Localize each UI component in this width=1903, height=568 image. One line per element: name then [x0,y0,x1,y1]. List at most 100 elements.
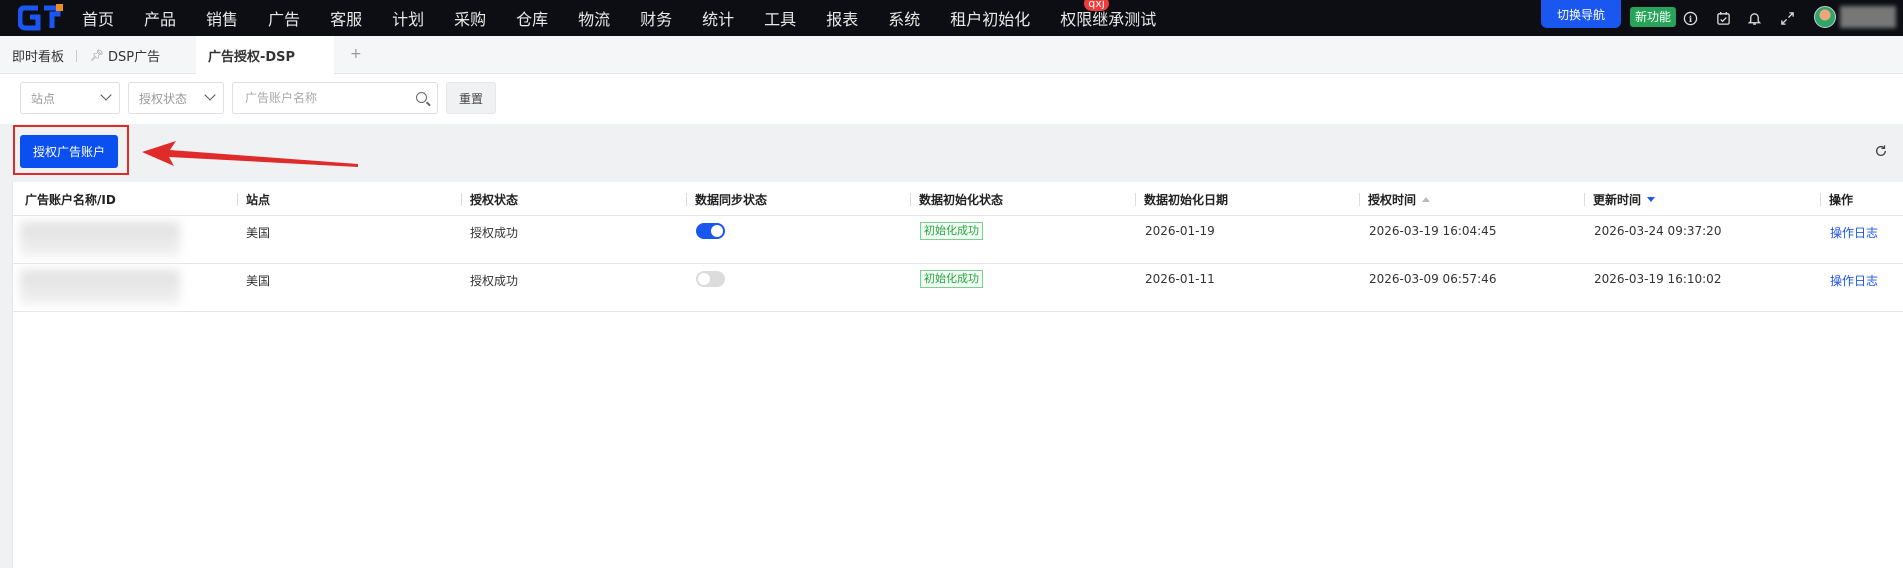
cell-update-time: 2026-03-24 09:37:20 [1594,224,1722,238]
menu-item-finance[interactable]: 财务 [640,6,672,30]
calendar-check-icon[interactable] [1714,9,1732,27]
col-actions: 操作 [1829,192,1854,207]
cell-init-status: 初始化成功 [920,222,983,240]
annotation-arrow [142,141,358,167]
col-auth-status: 授权状态 [470,192,519,207]
cell-init-date: 2026-01-19 [1145,224,1215,238]
tab-dsp-ads[interactable]: 📌︎ DSP广告 [90,36,160,74]
search-box [232,82,438,114]
column-divider [1820,193,1821,206]
filter-bar: 站点 授权状态 重置 [0,74,1903,124]
status-badge: 初始化成功 [920,270,983,288]
column-divider [461,193,462,206]
sync-toggle[interactable] [696,223,725,239]
menu-item-plan[interactable]: 计划 [392,6,424,30]
menu-item-permission-test[interactable]: 权限继承测试 qxj [1060,0,1157,30]
new-feature-button[interactable]: 新功能 [1630,7,1677,27]
search-icon[interactable] [416,92,427,103]
top-nav: 首页 产品 销售 广告 客服 计划 采购 仓库 物流 财务 统计 工具 报表 系… [0,0,1903,36]
menu-item-service[interactable]: 客服 [330,6,362,30]
bell-icon[interactable] [1745,9,1763,27]
cell-auth-status: 授权成功 [470,274,519,288]
highlight-box [13,125,129,175]
col-auth-time-label: 授权时间 [1368,192,1417,207]
username-redacted[interactable] [1840,6,1896,28]
site-select[interactable]: 站点 [20,82,120,114]
toggle-knob [711,225,723,237]
user-badge: qxj [1084,0,1109,11]
site-select-placeholder: 站点 [31,91,56,106]
menu-item-label: 权限继承测试 [1060,10,1157,29]
column-divider [686,193,687,206]
toggle-knob [698,273,710,285]
avatar[interactable] [1814,6,1836,28]
cell-site: 美国 [246,274,271,288]
auth-status-placeholder: 授权状态 [139,91,188,106]
sync-toggle[interactable] [696,271,725,287]
menu-item-logistics[interactable]: 物流 [578,6,610,30]
logo[interactable] [18,4,64,32]
switch-nav-button[interactable]: 切换导航 [1541,0,1621,28]
menu-item-tools[interactable]: 工具 [764,6,796,30]
col-update-time-label: 更新时间 [1593,192,1642,207]
table-row: 美国 授权成功 初始化成功 2026-01-11 2026-03-09 06:5… [12,264,1903,312]
column-divider [237,193,238,206]
col-update-time[interactable]: 更新时间 [1593,182,1656,216]
menu-item-product[interactable]: 产品 [144,6,176,30]
table-header: 广告账户名称/ID 站点 授权状态 数据同步状态 数据初始化状态 数据初始化日期… [12,182,1903,216]
refresh-icon[interactable] [1874,144,1888,158]
chevron-down-icon [100,89,112,101]
status-badge: 初始化成功 [920,222,983,240]
operation-log-link[interactable]: 操作日志 [1830,272,1878,289]
menu-item-reports[interactable]: 报表 [826,6,858,30]
column-divider [910,193,911,206]
add-tab-button[interactable]: + [350,46,362,62]
tab-ad-authorization-dsp[interactable]: 广告授权-DSP [196,36,334,74]
auth-status-select[interactable]: 授权状态 [128,82,224,114]
col-account-name: 广告账户名称/ID [25,192,116,207]
col-site: 站点 [246,192,271,207]
cell-site: 美国 [246,226,271,240]
col-init-date: 数据初始化日期 [1144,192,1229,207]
col-auth-time[interactable]: 授权时间 [1368,182,1431,216]
tab-label: DSP广告 [107,49,161,65]
panel-left-border [12,182,13,568]
column-divider [1135,193,1136,206]
menu-item-purchase[interactable]: 采购 [454,6,486,30]
main-menu: 首页 产品 销售 广告 客服 计划 采购 仓库 物流 财务 统计 工具 报表 系… [82,0,1186,36]
col-sync-status: 数据同步状态 [695,192,768,207]
cell-auth-time: 2026-03-19 16:04:45 [1369,224,1497,238]
account-name-redacted [20,270,180,304]
cell-auth-status: 授权成功 [470,226,519,240]
menu-item-home[interactable]: 首页 [82,6,114,30]
menu-item-sales[interactable]: 销售 [206,6,238,30]
svg-text:ℹ: ℹ [1688,13,1691,23]
account-name-redacted [20,222,180,256]
sort-icon[interactable] [1422,196,1431,202]
menu-item-system[interactable]: 系统 [888,6,920,30]
chevron-down-icon [204,89,216,101]
menu-item-ads[interactable]: 广告 [268,6,300,30]
menu-item-warehouse[interactable]: 仓库 [516,6,548,30]
page-tabs: 即时看板 📌︎ DSP广告 广告授权-DSP + [0,36,1903,74]
tab-dashboard[interactable]: 即时看板 [12,36,64,74]
operation-log-link[interactable]: 操作日志 [1830,224,1878,241]
column-divider [1584,193,1585,206]
col-init-status: 数据初始化状态 [919,192,1004,207]
tab-label: 广告授权-DSP [208,49,296,65]
search-input[interactable] [233,83,403,113]
info-icon[interactable]: ℹ [1681,9,1699,27]
tab-label: 即时看板 [12,49,65,65]
reset-button[interactable]: 重置 [446,82,496,114]
sort-desc-icon[interactable] [1647,196,1656,202]
cell-init-status: 初始化成功 [920,270,983,288]
pin-icon: 📌︎ [90,48,104,62]
menu-item-tenant-init[interactable]: 租户初始化 [950,6,1030,30]
fullscreen-icon[interactable] [1778,9,1796,27]
tab-divider [76,50,77,62]
cell-init-date: 2026-01-11 [1145,272,1215,286]
menu-item-stats[interactable]: 统计 [702,6,734,30]
table-row: 美国 授权成功 初始化成功 2026-01-19 2026-03-19 16:0… [12,216,1903,264]
cell-update-time: 2026-03-19 16:10:02 [1594,272,1722,286]
column-divider [1359,193,1360,206]
